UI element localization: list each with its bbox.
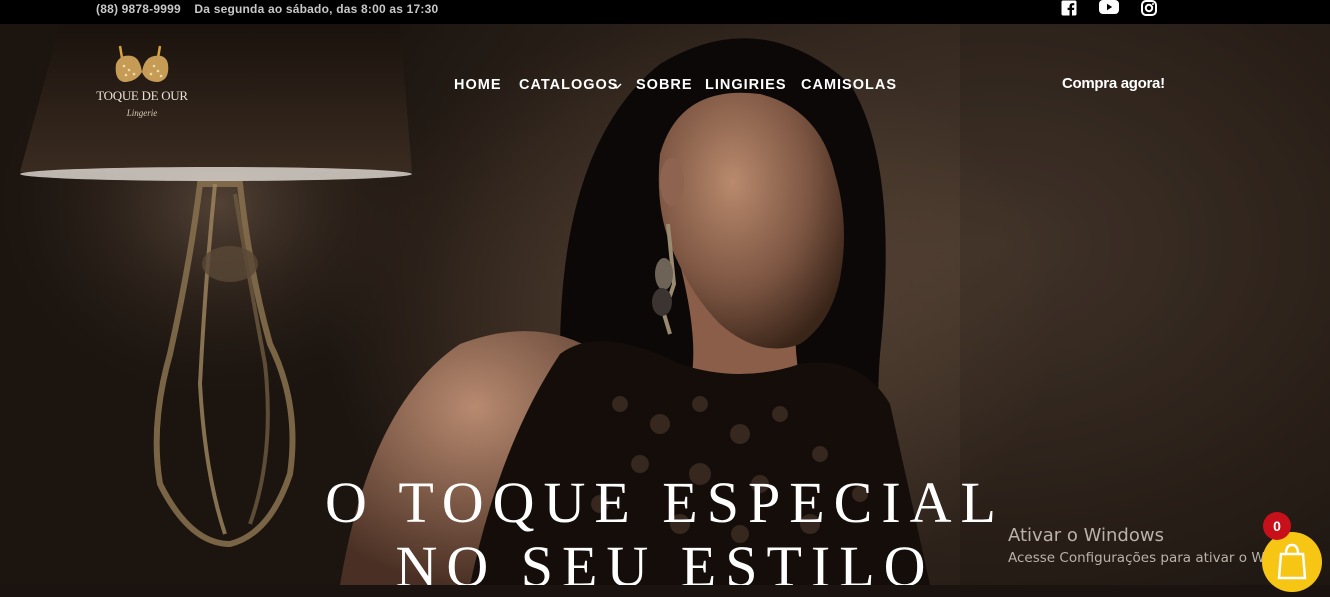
nav-item-home[interactable]: HOME [454, 77, 502, 93]
chevron-down-icon[interactable] [611, 80, 623, 92]
windows-activation-title: Ativar o Windows [1008, 525, 1164, 546]
cart-button[interactable] [1262, 532, 1322, 592]
logo-brand-name: TOQUE DE OUR [96, 88, 188, 103]
instagram-icon[interactable] [1141, 0, 1159, 16]
phone-number[interactable]: (88) 9878-9999 [96, 2, 181, 16]
contact-info: (88) 9878-9999 Da segunda ao sábado, das… [96, 2, 438, 16]
business-hours: Da segunda ao sábado, das 8:00 as 17:30 [194, 2, 439, 16]
buy-now-link[interactable]: Compra agora! [1062, 75, 1165, 92]
nav-item-sobre[interactable]: SOBRE [636, 77, 693, 93]
brand-logo[interactable]: TOQUE DE OUR Lingerie [96, 42, 188, 124]
hero-headline-line-1: O TOQUE ESPECIAL [325, 470, 1005, 535]
nav-item-camisolas[interactable]: CAMISOLAS [801, 77, 897, 93]
hero-banner: O TOQUE ESPECIAL NO SEU ESTILO [0, 24, 1330, 585]
shopping-bag-icon [1277, 543, 1307, 580]
logo-subtitle: Lingerie [126, 108, 158, 118]
nav-item-lingiries[interactable]: LINGIRIES [705, 77, 787, 93]
facebook-icon[interactable] [1061, 0, 1079, 16]
nav-item-catalogos[interactable]: CATALOGOS [519, 77, 618, 93]
cart-count-badge: 0 [1263, 512, 1291, 540]
bra-logo-icon [115, 45, 169, 82]
youtube-icon[interactable] [1099, 0, 1119, 16]
top-contact-bar: (88) 9878-9999 Da segunda ao sábado, das… [0, 0, 1330, 24]
